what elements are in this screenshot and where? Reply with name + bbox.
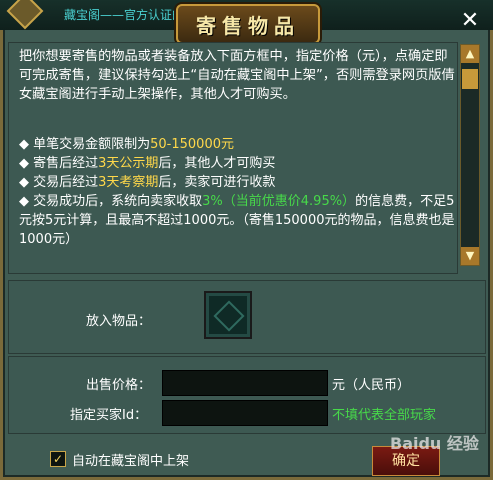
buyer-id-hint: 不填代表全部玩家 <box>332 408 437 423</box>
rules-list: ◆ 单笔交易金额限制为50-150000元 ◆ 寄售后经过3天公示期后，其他人才… <box>19 135 455 249</box>
item-label: 放入物品： <box>86 314 152 329</box>
intro-text: 把你想要寄售的物品或者装备放入下面方框中，指定价格（元），点确定即可完成寄售，建… <box>19 49 455 102</box>
rule-item: ◆ 单笔交易金额限制为50-150000元 <box>19 137 234 152</box>
price-unit: 元（人民币） <box>332 378 411 393</box>
scroll-down-icon[interactable]: ▼ <box>461 247 479 265</box>
rule-item: ◆ 寄售后经过3天公示期后，其他人才可购买 <box>19 156 276 171</box>
slot-ornament-icon <box>213 300 245 332</box>
buyer-id-label: 指定买家Id： <box>70 408 148 423</box>
scroll-thumb[interactable] <box>462 69 478 89</box>
price-label: 出售价格： <box>86 378 152 393</box>
window-title: 寄售物品 <box>196 13 300 38</box>
price-input[interactable] <box>162 370 328 396</box>
close-icon[interactable]: ✕ <box>457 8 483 34</box>
title-plate: 寄售物品 <box>176 4 320 44</box>
rule-item: ◆ 交易后经过3天考察期后，卖家可进行收款 <box>19 175 276 190</box>
rule-item: ◆ 交易成功后，系统向卖家收取3%（当前优惠价4.95%）的信息费，不足5元按5… <box>19 194 455 247</box>
watermark: Baidu 经验 <box>390 434 479 453</box>
description-panel: 把你想要寄售的物品或者装备放入下面方框中，指定价格（元），点确定即可完成寄售，建… <box>8 42 458 274</box>
scroll-up-icon[interactable]: ▲ <box>461 45 479 63</box>
auto-list-label: 自动在藏宝阁中上架 <box>72 454 190 469</box>
description-scrollbar[interactable]: ▲ ▼ <box>460 44 480 266</box>
buyer-id-input[interactable] <box>162 400 328 426</box>
auto-list-checkbox[interactable]: ✓ <box>50 451 66 467</box>
item-slot[interactable] <box>204 291 252 339</box>
